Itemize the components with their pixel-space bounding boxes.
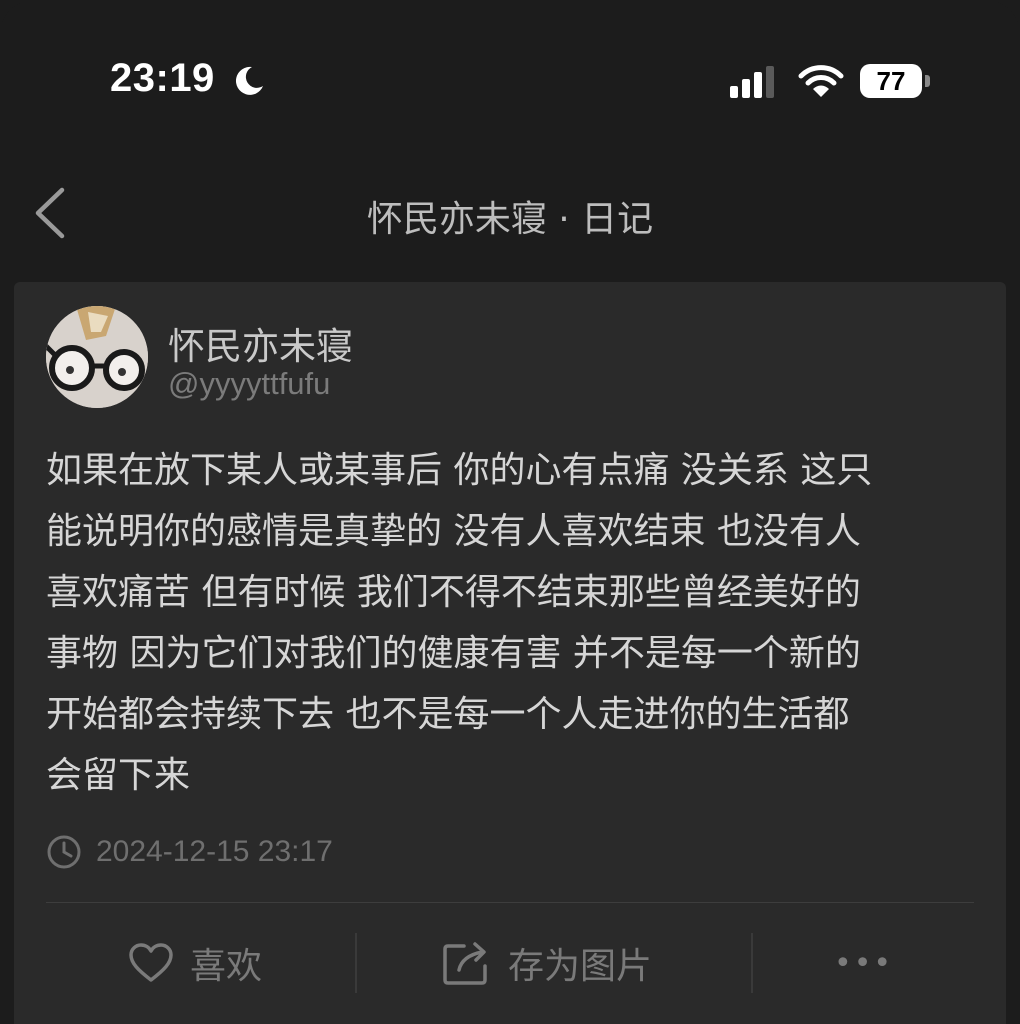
post-body: 如果在放下某人或某事后 你的心有点痛 没关系 这只 能说明你的感情是真挚的 没有… xyxy=(46,440,976,806)
post-body-line: 如果在放下某人或某事后 你的心有点痛 没关系 这只 xyxy=(46,450,873,491)
avatar[interactable] xyxy=(46,306,148,408)
post-body-line: 开始都会持续下去 也不是每一个人走进你的生活都 xyxy=(46,694,850,735)
timestamp-text: 2024-12-15 23:17 xyxy=(96,835,333,868)
share-icon xyxy=(443,942,487,985)
battery-icon: 77 xyxy=(860,64,930,98)
more-button[interactable]: ••• xyxy=(834,933,893,993)
save-image-label: 存为图片 xyxy=(508,946,653,987)
clock-icon xyxy=(47,835,81,869)
avatar-image xyxy=(46,306,148,408)
like-button[interactable]: 喜欢 xyxy=(128,933,262,993)
save-image-button[interactable]: 存为图片 xyxy=(442,933,652,993)
page-title: 怀民亦未寝 · 日记 xyxy=(366,199,654,240)
diary-card: 怀民亦未寝 @yyyyttfufu 如果在放下某人或某事后 你的心有点痛 没关系… xyxy=(14,282,1006,1024)
heart-icon xyxy=(129,943,173,982)
wifi-icon xyxy=(798,65,844,97)
post-body-line: 能说明你的感情是真挚的 没有人喜欢结束 也没有人 xyxy=(46,511,861,552)
action-separator xyxy=(751,933,753,993)
diary-screen: 23:19 77 怀民亦未寝 · 日记 怀民亦未寝 @yyyyttfufu 如果… xyxy=(0,0,1020,1024)
battery-level: 77 xyxy=(860,64,922,98)
author-handle: @yyyyttfufu xyxy=(168,366,331,401)
post-timestamp: 2024-12-15 23:17 xyxy=(46,832,333,872)
status-bar: 23:19 77 xyxy=(0,0,1020,150)
post-body-line: 喜欢痛苦 但有时候 我们不得不结束那些曾经美好的 xyxy=(46,572,861,613)
like-label: 喜欢 xyxy=(190,946,263,987)
moon-icon xyxy=(235,66,263,95)
action-separator xyxy=(355,933,357,993)
author-name[interactable]: 怀民亦未寝 xyxy=(168,316,353,370)
post-body-line: 事物 因为它们对我们的健康有害 并不是每一个新的 xyxy=(46,633,861,674)
battery-tip xyxy=(925,75,930,87)
more-dots-icon: ••• xyxy=(834,945,894,981)
post-body-line: 会留下来 xyxy=(46,755,191,796)
action-bar: 喜欢 存为图片 ••• xyxy=(14,903,1006,1023)
status-time: 23:19 xyxy=(110,56,215,100)
nav-bar: 怀民亦未寝 · 日记 xyxy=(0,150,1020,274)
signal-icon xyxy=(730,66,774,98)
